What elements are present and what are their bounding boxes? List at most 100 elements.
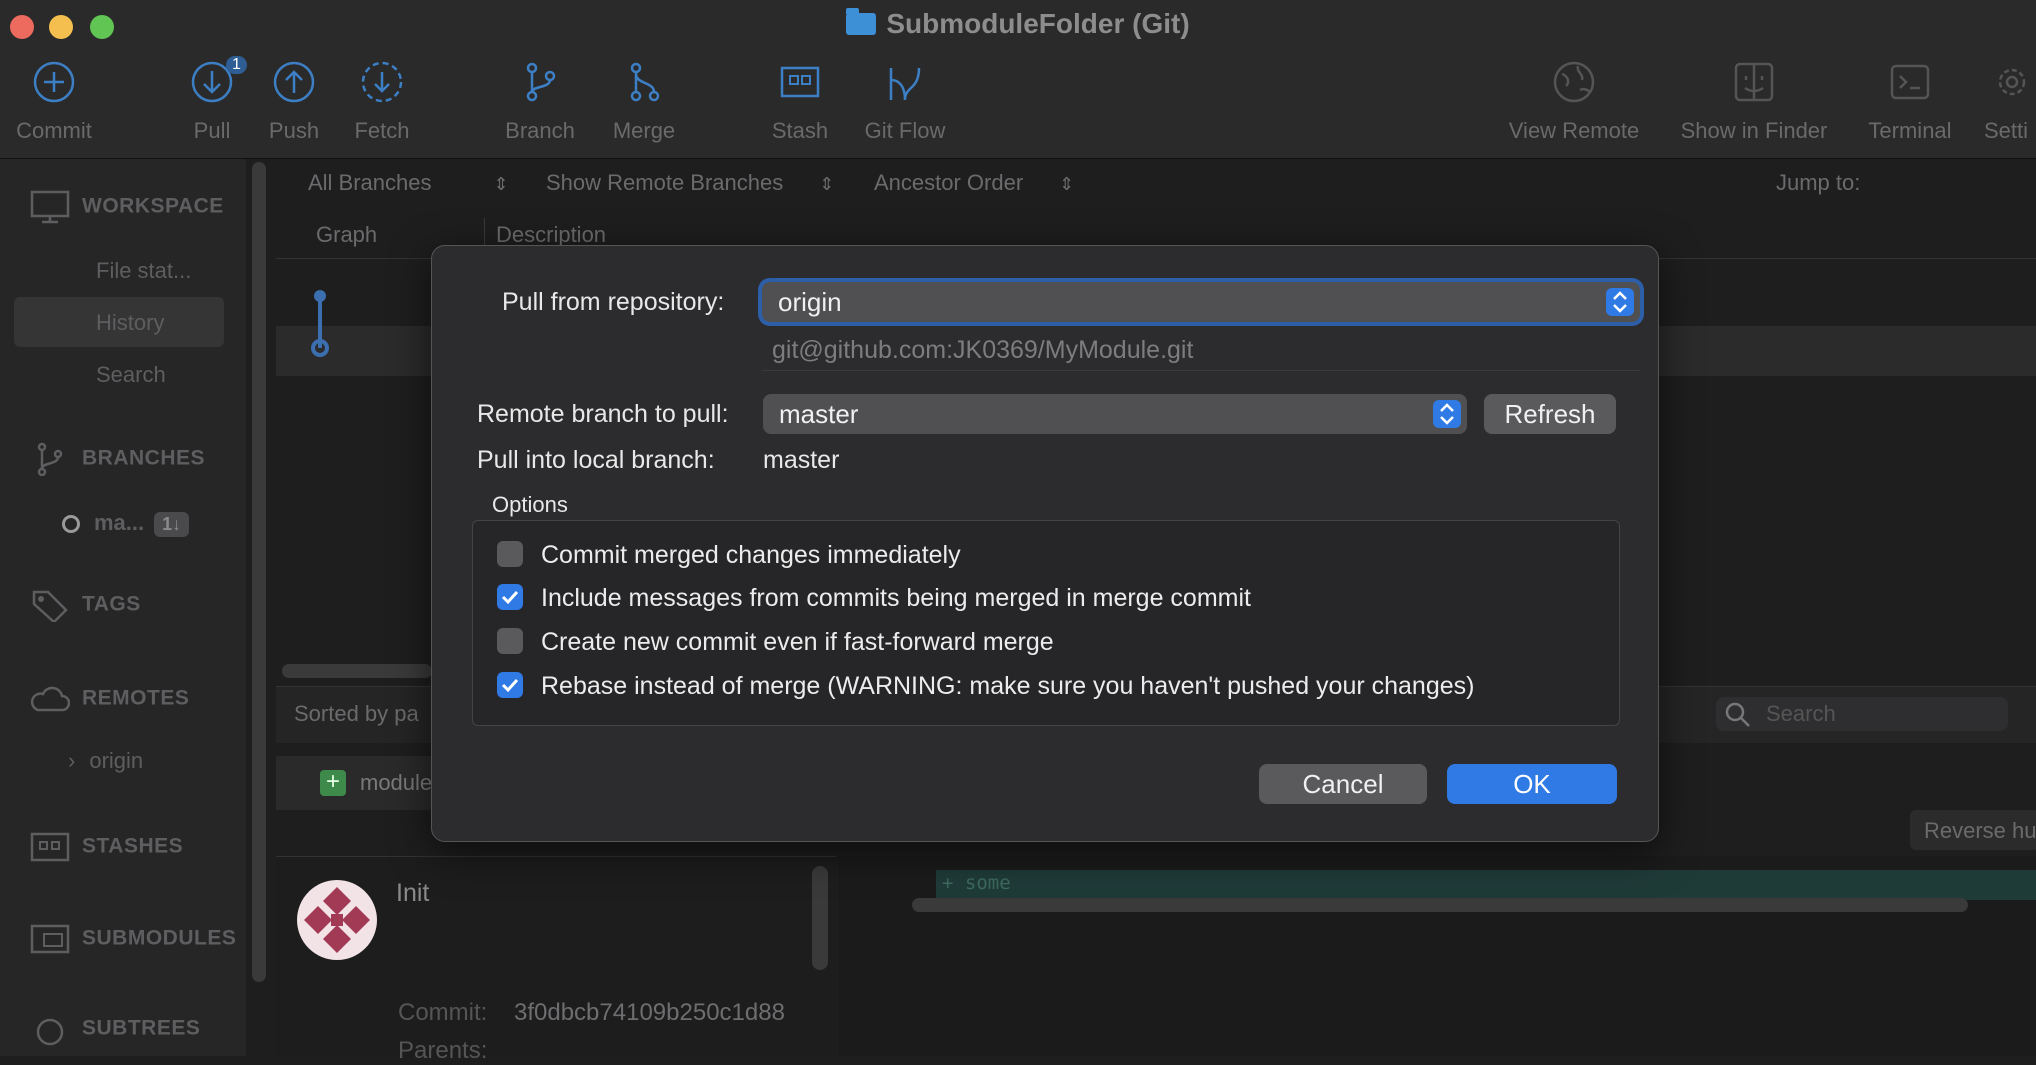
- push-label: Push: [268, 118, 320, 143]
- sidebar-item-branch-master[interactable]: ma... 1↓: [62, 510, 190, 537]
- branch-button[interactable]: Branch: [502, 60, 578, 144]
- select-arrows-icon: ⇕: [819, 174, 835, 194]
- file-added-icon: +: [320, 770, 346, 796]
- repository-url-field: git@github.com:JK0369/MyModule.git: [762, 330, 1640, 371]
- view-remote-label: View Remote: [1508, 118, 1640, 143]
- branch-label: Branch: [505, 118, 575, 143]
- sidebar-section-stashes[interactable]: STASHES: [30, 830, 183, 864]
- commit-hash-label: Commit:: [398, 999, 488, 1026]
- sidebar-scrollbar[interactable]: [252, 162, 266, 982]
- checkbox-unchecked[interactable]: [497, 628, 523, 655]
- jump-to-label: Jump to:: [1776, 170, 1861, 195]
- commit-button[interactable]: Commit: [8, 60, 100, 144]
- remote-branch-select[interactable]: master: [763, 394, 1467, 434]
- order-value: Ancestor Order: [874, 170, 1024, 195]
- sidebar-section-workspace[interactable]: WORKSPACE: [30, 190, 224, 224]
- current-branch-indicator-icon: [62, 515, 80, 534]
- settings-button[interactable]: Setti: [1984, 60, 2036, 144]
- stash-label: Stash: [771, 118, 829, 143]
- pull-from-label: Pull from repository:: [502, 288, 725, 316]
- remote-branches-value: Show Remote Branches: [546, 170, 784, 195]
- tag-icon: [30, 588, 70, 624]
- push-button[interactable]: Push: [264, 60, 324, 144]
- option-label: Rebase instead of merge (WARNING: make s…: [541, 672, 1475, 700]
- repository-select[interactable]: origin: [762, 282, 1640, 322]
- file-name: module: [360, 770, 433, 795]
- branch-icon: [30, 442, 70, 477]
- workspace-label: WORKSPACE: [82, 194, 224, 218]
- show-in-finder-button[interactable]: Show in Finder: [1674, 60, 1834, 144]
- search-icon: [1724, 701, 1752, 734]
- tags-label: TAGS: [82, 592, 141, 616]
- cloud-icon: [30, 682, 71, 716]
- stash-button[interactable]: Stash: [768, 60, 832, 144]
- option-rebase[interactable]: Rebase instead of merge (WARNING: make s…: [497, 672, 1474, 701]
- terminal-icon: [1888, 60, 1932, 104]
- sidebar-section-remotes[interactable]: REMOTES: [30, 682, 189, 716]
- remote-branch-label: Remote branch to pull:: [477, 400, 729, 428]
- remotes-label: REMOTES: [82, 686, 190, 710]
- finder-icon: [1732, 60, 1776, 104]
- option-commit-immediately[interactable]: Commit merged changes immediately: [497, 541, 961, 570]
- checkbox-unchecked[interactable]: [497, 541, 523, 568]
- fetch-button[interactable]: Fetch: [350, 60, 414, 144]
- stash-icon: [30, 830, 70, 864]
- order-select[interactable]: Ancestor Order ⇕: [874, 170, 1074, 196]
- select-arrows-icon: ⇕: [1059, 174, 1075, 194]
- option-include-messages[interactable]: Include messages from commits being merg…: [497, 584, 1251, 613]
- merge-icon: [622, 60, 666, 104]
- search-placeholder: Search: [1766, 701, 1836, 726]
- remote-name: origin: [89, 748, 144, 773]
- options-group: Commit merged changes immediately Includ…: [472, 520, 1620, 726]
- settings-label: Setti: [1984, 118, 2029, 143]
- branches-label: BRANCHES: [82, 446, 206, 470]
- sidebar-item-search[interactable]: Search: [96, 362, 166, 388]
- pull-down-icon: 1: [190, 56, 247, 104]
- view-remote-button[interactable]: View Remote: [1504, 60, 1644, 144]
- file-search-input[interactable]: Search: [1716, 697, 2008, 731]
- refresh-button[interactable]: Refresh: [1484, 394, 1616, 434]
- option-label: Include messages from commits being merg…: [541, 584, 1251, 612]
- terminal-button[interactable]: Terminal: [1862, 60, 1958, 144]
- sidebar-item-remote-origin[interactable]: › origin: [68, 748, 143, 774]
- folder-icon: [846, 8, 877, 35]
- checkbox-checked[interactable]: [497, 584, 523, 611]
- fetch-label: Fetch: [354, 118, 410, 143]
- cancel-button[interactable]: Cancel: [1259, 764, 1427, 804]
- subtrees-label: SUBTREES: [82, 1016, 201, 1040]
- monitor-icon: [30, 190, 70, 224]
- behind-count-badge: 1↓: [154, 512, 190, 537]
- reverse-hunk-button[interactable]: Reverse hu: [1910, 810, 2036, 850]
- git-flow-icon: [883, 60, 927, 104]
- detail-vertical-scrollbar[interactable]: [812, 866, 828, 970]
- fetch-icon: [360, 60, 404, 104]
- checkbox-checked[interactable]: [497, 672, 523, 699]
- branch-filter-value: All Branches: [308, 170, 432, 195]
- local-branch-value: master: [763, 446, 840, 474]
- window-title: SubmoduleFolder (Git): [0, 8, 2036, 40]
- sidebar-section-subtrees[interactable]: SUBTREES: [30, 1012, 200, 1056]
- git-flow-label: Git Flow: [864, 118, 946, 143]
- toolbar: SubmoduleFolder (Git) Commit 1 Pull Push…: [0, 0, 2036, 159]
- commit-hash-value[interactable]: 3f0dbcb74109b250c1d88: [514, 999, 785, 1027]
- globe-icon: [1552, 60, 1596, 104]
- sidebar-item-history[interactable]: History: [96, 310, 164, 336]
- ok-button[interactable]: OK: [1447, 764, 1617, 804]
- sort-by-label[interactable]: Sorted by pa: [294, 701, 419, 727]
- history-horizontal-scrollbar[interactable]: [282, 664, 432, 678]
- sidebar-section-branches[interactable]: BRANCHES: [30, 442, 206, 477]
- option-new-commit-ff[interactable]: Create new commit even if fast-forward m…: [497, 628, 1054, 657]
- disclosure-chevron-icon: ›: [68, 748, 76, 773]
- branch-icon: [518, 60, 562, 104]
- graph-column-header[interactable]: Graph: [316, 222, 377, 248]
- sidebar-section-tags[interactable]: TAGS: [30, 588, 141, 624]
- diff-horizontal-scrollbar[interactable]: [912, 898, 1968, 912]
- submodules-label: SUBMODULES: [82, 926, 237, 950]
- branch-filter-select[interactable]: All Branches ⇕: [308, 170, 509, 196]
- pull-button[interactable]: 1 Pull: [186, 56, 247, 144]
- merge-button[interactable]: Merge: [608, 60, 680, 144]
- git-flow-button[interactable]: Git Flow: [862, 60, 948, 144]
- sidebar-section-submodules[interactable]: SUBMODULES: [30, 922, 236, 956]
- remote-branches-select[interactable]: Show Remote Branches ⇕: [546, 170, 834, 196]
- sidebar-item-file-status[interactable]: File stat...: [96, 258, 191, 284]
